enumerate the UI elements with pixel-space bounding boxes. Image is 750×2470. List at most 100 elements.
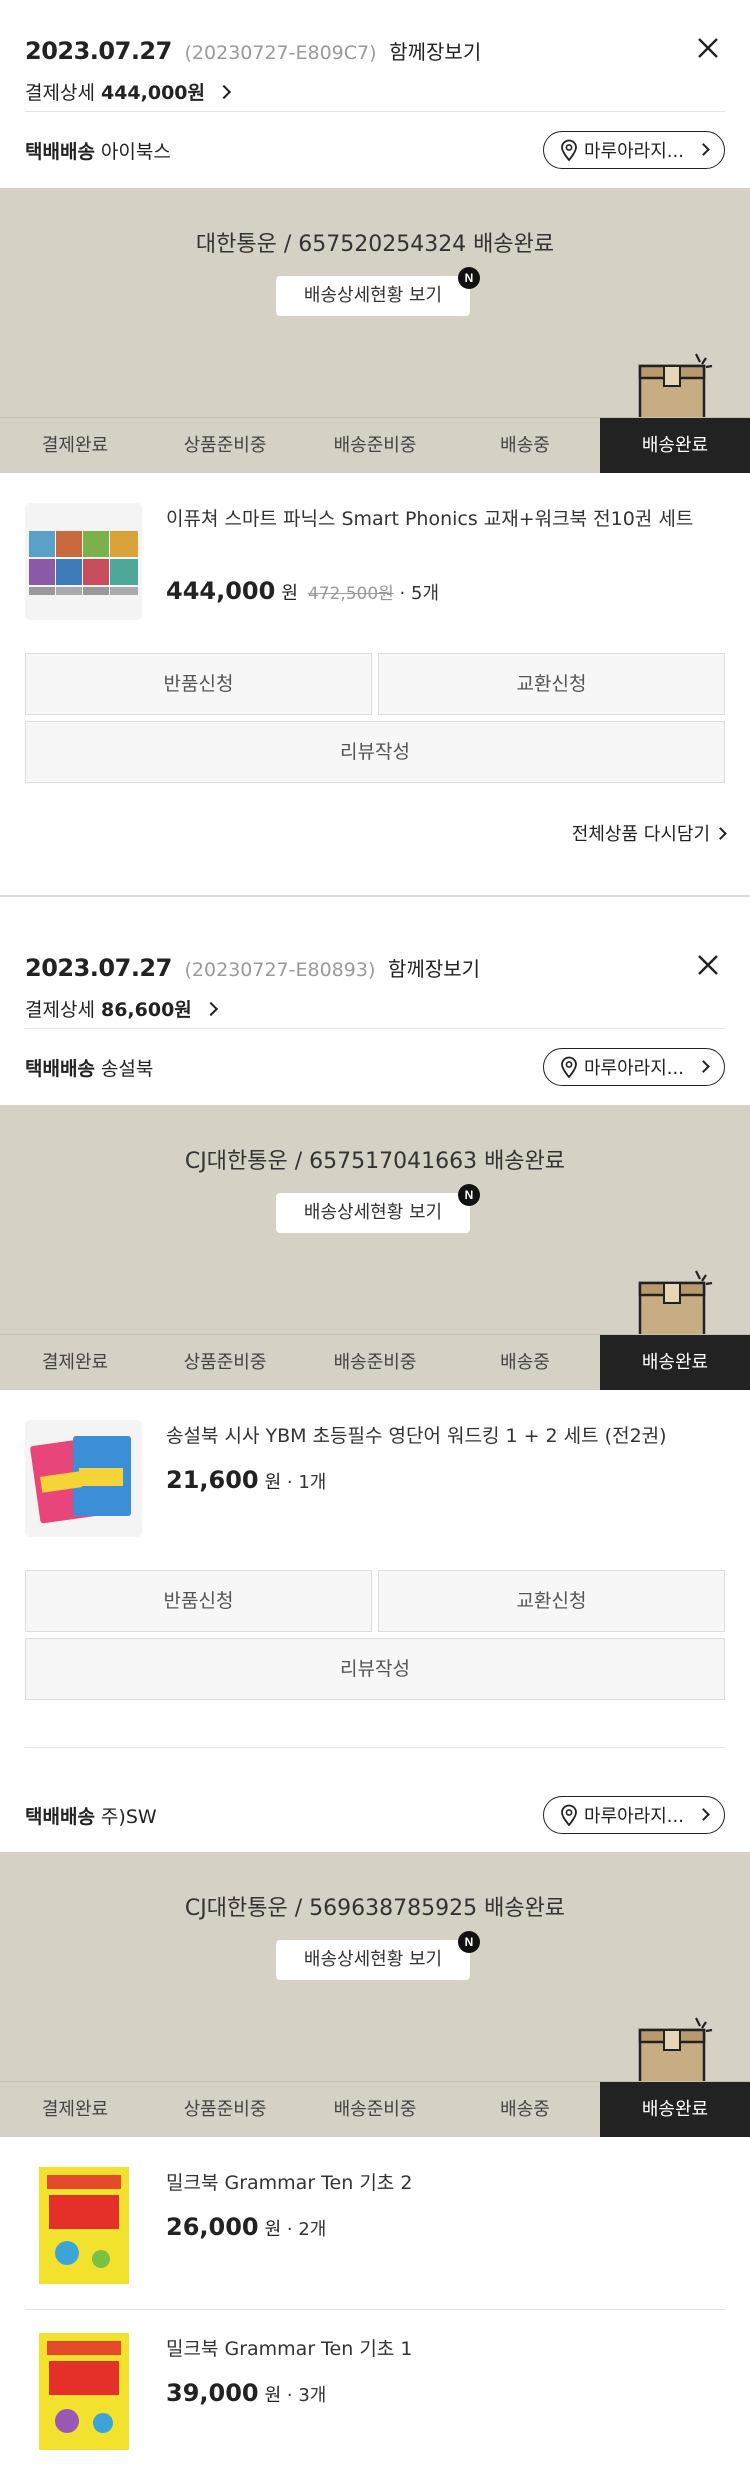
- delivery-type: 택배배송: [25, 1806, 95, 1828]
- exchange-button[interactable]: 교환신청: [378, 1570, 725, 1632]
- product-price: 26,000 원 · 2개: [166, 2213, 327, 2241]
- location-pin-icon: [561, 1056, 577, 1078]
- step-preparing-shipping: 배송준비중: [333, 2099, 417, 2120]
- store-button[interactable]: 마루아라지...: [543, 131, 725, 169]
- product-name[interactable]: 이퓨쳐 스마트 파닉스 Smart Phonics 교재+워크북 전10권 세트: [166, 505, 725, 533]
- step-delivered: 배송완료: [600, 2082, 750, 2137]
- order-date: 2023.07.27: [25, 37, 172, 65]
- original-price: 472,500원: [307, 584, 394, 604]
- close-icon[interactable]: [694, 951, 722, 979]
- delivery-type: 택배배송: [25, 1058, 95, 1080]
- return-button[interactable]: 반품신청: [25, 1570, 372, 1632]
- step-preparing-shipping: 배송준비중: [333, 1352, 417, 1373]
- product-thumbnail[interactable]: [25, 1420, 142, 1537]
- tracking-detail-button[interactable]: 배송상세현황 보기: [276, 1940, 470, 1980]
- product-item[interactable]: 밀크북 Grammar Ten 기초 1 39,000 원 · 3개: [25, 2333, 725, 2453]
- chevron-right-icon: [697, 1808, 710, 1821]
- step-delivered: 배송완료: [600, 418, 750, 473]
- delivery-type: 택배배송: [25, 141, 95, 163]
- step-shipping: 배송중: [500, 1352, 550, 1373]
- package-box-icon: [638, 1270, 713, 1339]
- product-price: 21,600 원 · 1개: [166, 1466, 327, 1494]
- product-qty: · 5개: [393, 583, 440, 604]
- product-item[interactable]: 밀크북 Grammar Ten 기초 2 26,000 원 · 2개: [25, 2167, 725, 2287]
- product-qty: · 3개: [281, 2385, 327, 2406]
- return-button[interactable]: 반품신청: [25, 653, 372, 715]
- delivery-steps: 결제완료 상품준비중 배송준비중 배송중 배송완료: [0, 417, 750, 473]
- product-thumbnail[interactable]: [25, 503, 142, 620]
- tracking-panel: 대한통운 / 657520254324 배송완료 배송상세현황 보기 N 결제완…: [0, 188, 750, 473]
- package-box-icon: [638, 353, 713, 422]
- package-box-icon: [638, 2017, 713, 2086]
- payment-detail-link[interactable]: 결제상세 86,600원: [25, 995, 218, 1022]
- order-card: 2023.07.27 (20230727-E80893) 함께장보기 결제상세 …: [0, 917, 750, 2470]
- delivery-steps: 결제완료 상품준비중 배송준비중 배송중 배송완료: [0, 1334, 750, 1390]
- chevron-right-icon: [203, 1001, 218, 1017]
- cart-link[interactable]: 함께장보기: [388, 957, 480, 981]
- store-label: 마루아라지...: [584, 1806, 684, 1827]
- product-item[interactable]: 송설북 시사 YBM 초등필수 영단어 워드킹 1 + 2 세트 (전2권) 2…: [25, 1420, 725, 1540]
- tracking-info: CJ대한통운 / 657517041663 배송완료: [184, 1149, 566, 1174]
- product-qty: · 2개: [281, 2219, 327, 2240]
- seller-name: 아이북스: [100, 141, 171, 163]
- order-date: 2023.07.27: [25, 954, 172, 982]
- reorder-all-link[interactable]: 전체상품 다시담기: [572, 820, 727, 846]
- delivery-steps: 결제완료 상품준비중 배송준비중 배송중 배송완료: [0, 2081, 750, 2137]
- divider: [25, 111, 725, 112]
- tracking-detail-button[interactable]: 배송상세현황 보기: [276, 1193, 470, 1233]
- seller-row: 택배배송 아이북스 마루아라지...: [25, 115, 725, 185]
- new-badge: N: [458, 1184, 480, 1206]
- product-item[interactable]: 이퓨쳐 스마트 파닉스 Smart Phonics 교재+워크북 전10권 세트…: [25, 503, 725, 623]
- divider: [25, 1747, 725, 1748]
- payment-amount: 86,600원: [100, 999, 192, 1021]
- product-thumbnail[interactable]: [25, 2333, 142, 2450]
- product-thumbnail[interactable]: [25, 2167, 142, 2284]
- store-label: 마루아라지...: [584, 141, 684, 162]
- chevron-right-icon: [216, 84, 232, 100]
- close-icon[interactable]: [694, 34, 722, 62]
- exchange-button[interactable]: 교환신청: [378, 653, 725, 715]
- seller-row: 택배배송 송설북 마루아라지...: [25, 1032, 725, 1102]
- divider: [25, 1028, 725, 1029]
- order-card: 2023.07.27 (20230727-E809C7) 함께장보기 결제상세 …: [0, 0, 750, 895]
- tracking-info: CJ대한통운 / 569638785925 배송완료: [184, 1896, 566, 1921]
- review-button[interactable]: 리뷰작성: [25, 1638, 725, 1700]
- step-paid: 결제완료: [41, 1352, 109, 1373]
- payment-amount: 444,000원: [100, 82, 205, 104]
- product-name[interactable]: 밀크북 Grammar Ten 기초 2: [166, 2169, 725, 2197]
- review-button[interactable]: 리뷰작성: [25, 721, 725, 783]
- step-preparing-goods: 상품준비중: [183, 2099, 267, 2120]
- step-paid: 결제완료: [41, 435, 109, 456]
- product-qty: · 1개: [281, 1472, 327, 1493]
- step-shipping: 배송중: [500, 435, 550, 456]
- step-delivered: 배송완료: [600, 1335, 750, 1390]
- order-id: (20230727-E809C7): [184, 42, 377, 64]
- chevron-right-icon: [697, 1060, 710, 1073]
- order-id: (20230727-E80893): [184, 959, 376, 981]
- step-preparing-shipping: 배송준비중: [333, 435, 417, 456]
- chevron-right-icon: [697, 143, 710, 156]
- product-name[interactable]: 송설북 시사 YBM 초등필수 영단어 워드킹 1 + 2 세트 (전2권): [166, 1422, 725, 1450]
- store-label: 마루아라지...: [584, 1058, 684, 1079]
- divider: [25, 2309, 725, 2310]
- location-pin-icon: [561, 139, 577, 161]
- cart-link[interactable]: 함께장보기: [389, 40, 481, 64]
- order-header: 2023.07.27 (20230727-E80893) 함께장보기 결제상세 …: [25, 917, 725, 1027]
- tracking-panel: CJ대한통운 / 657517041663 배송완료 배송상세현황 보기 N 결…: [0, 1105, 750, 1390]
- seller-name: 송설북: [100, 1058, 154, 1080]
- seller-name: 주)SW: [100, 1806, 157, 1828]
- tracking-info: 대한통운 / 657520254324 배송완료: [195, 232, 555, 257]
- step-preparing-goods: 상품준비중: [183, 435, 267, 456]
- product-price: 39,000 원 · 3개: [166, 2379, 327, 2407]
- store-button[interactable]: 마루아라지...: [543, 1048, 725, 1086]
- new-badge: N: [458, 267, 480, 289]
- step-paid: 결제완료: [41, 2099, 109, 2120]
- store-button[interactable]: 마루아라지...: [543, 1796, 725, 1834]
- product-name[interactable]: 밀크북 Grammar Ten 기초 1: [166, 2335, 725, 2363]
- order-header: 2023.07.27 (20230727-E809C7) 함께장보기 결제상세 …: [25, 0, 725, 110]
- payment-detail-link[interactable]: 결제상세 444,000원: [25, 78, 232, 105]
- seller-row: 택배배송 주)SW 마루아라지...: [25, 1780, 725, 1850]
- tracking-detail-button[interactable]: 배송상세현황 보기: [276, 276, 470, 316]
- section-divider: [0, 895, 750, 897]
- new-badge: N: [458, 1931, 480, 1953]
